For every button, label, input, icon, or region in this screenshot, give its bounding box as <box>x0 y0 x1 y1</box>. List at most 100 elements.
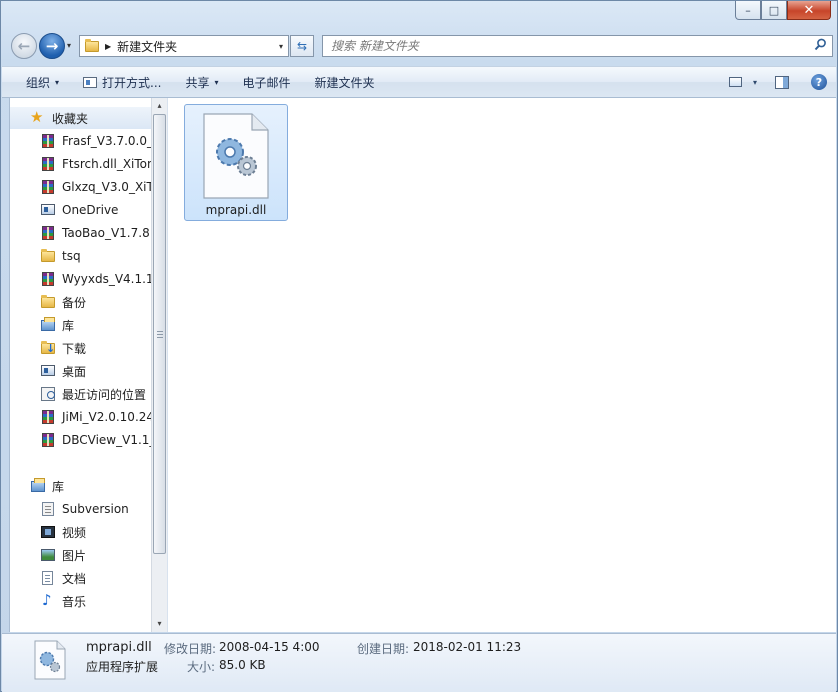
videos-icon <box>40 524 56 540</box>
folder-icon <box>84 38 100 54</box>
sidebar-item-favorite[interactable]: Frasf_V3.7.0.0_X <box>10 130 151 152</box>
file-name-label: mprapi.dll <box>205 203 267 217</box>
desktop-icon <box>40 363 56 379</box>
search-icon[interactable] <box>814 38 832 55</box>
maximize-button[interactable]: □ <box>761 1 787 20</box>
nav-item-label: 音乐 <box>62 594 87 609</box>
change-view-button[interactable] <box>722 77 748 87</box>
nav-item-label: Wyyxds_V4.1.1. <box>62 272 151 286</box>
sidebar-item-favorite[interactable]: DBCView_V1.1_ <box>10 429 151 451</box>
sidebar-item-favorite[interactable]: ↓ 下载 <box>10 337 151 359</box>
help-button[interactable]: ? <box>802 74 836 90</box>
new-folder-label: 新建文件夹 <box>314 75 375 90</box>
chevron-down-icon: ▾ <box>55 77 60 87</box>
breadcrumb-current-folder[interactable]: 新建文件夹 <box>117 38 274 55</box>
back-button[interactable]: ← <box>11 33 37 59</box>
navigation-bar: ← → ▾ ▶ 新建文件夹 ▾ ⇆ <box>9 31 833 63</box>
view-options-dropdown[interactable]: ▾ <box>748 78 762 87</box>
created-date-label: 创建日期: <box>357 642 410 656</box>
open-with-button[interactable]: 打开方式... <box>71 67 173 97</box>
forward-button[interactable]: → <box>39 33 65 59</box>
open-with-label: 打开方式... <box>102 75 162 90</box>
library-icon <box>30 478 46 494</box>
history-dropdown-button[interactable]: ▾ <box>67 41 71 50</box>
nav-item-label: 下载 <box>62 341 87 356</box>
sidebar-item-favorite[interactable]: JiMi_V2.0.10.24_ <box>10 406 151 428</box>
scroll-down-button[interactable]: ▾ <box>152 616 167 632</box>
sidebar-item-favorite[interactable]: OneDrive <box>10 199 151 221</box>
sidebar-item-favorite[interactable]: Glxzq_V3.0_XiTo <box>10 176 151 198</box>
preview-pane-icon <box>775 75 789 89</box>
recent-places-icon <box>40 386 56 402</box>
refresh-button[interactable]: ⇆ <box>290 35 314 57</box>
sidebar-item-favorite[interactable]: Ftsrch.dll_XiTon <box>10 153 151 175</box>
search-input[interactable] <box>323 38 814 54</box>
organize-label: 组织 <box>26 75 51 90</box>
nav-item-label: Glxzq_V3.0_XiTo <box>62 180 151 194</box>
sidebar-item-favorite[interactable]: 库 <box>10 314 151 336</box>
nav-item-label: tsq <box>62 249 81 263</box>
command-bar: 组织 ▾ 打开方式... 共享 ▾ 电子邮件 新建文件夹 ▾ ? <box>2 66 836 98</box>
explorer-window: – □ ✕ ← → ▾ ▶ 新建文件夹 ▾ ⇆ 组织 ▾ 打开方式... <box>0 0 838 692</box>
view-icon <box>728 77 742 87</box>
command-bar-right: ▾ ? <box>722 67 836 97</box>
sidebar-item-favorite[interactable]: tsq <box>10 245 151 267</box>
details-file-type: 应用程序扩展 <box>86 660 159 674</box>
sidebar-item-library[interactable]: 视频 <box>10 521 151 543</box>
onedrive-icon <box>40 202 56 218</box>
share-menu[interactable]: 共享 ▾ <box>173 67 230 97</box>
nav-item-label: Subversion <box>62 502 129 516</box>
breadcrumb-separator[interactable]: ▶ <box>105 42 111 51</box>
file-list-view[interactable]: mprapi.dll <box>167 98 836 632</box>
minimize-button[interactable]: – <box>735 1 761 20</box>
winrar-icon <box>40 432 56 448</box>
library-icon <box>40 317 56 333</box>
nav-item-label: 最近访问的位置 <box>62 387 147 402</box>
sidebar-item-library[interactable]: 图片 <box>10 544 151 566</box>
sidebar-item-favorite[interactable]: 备份 <box>10 291 151 313</box>
address-bar[interactable]: ▶ 新建文件夹 ▾ <box>79 35 289 57</box>
nav-item-label: 桌面 <box>62 364 87 379</box>
subversion-icon <box>40 501 56 517</box>
search-box[interactable] <box>322 35 833 57</box>
scroll-up-button[interactable]: ▴ <box>152 98 167 114</box>
sidebar-item-favorite[interactable]: 桌面 <box>10 360 151 382</box>
folder-icon <box>40 294 56 310</box>
sidebar-item-favorite[interactable]: TaoBao_V1.7.8. <box>10 222 151 244</box>
sidebar-item-favorite[interactable]: Wyyxds_V4.1.1. <box>10 268 151 290</box>
nav-item-label: 视频 <box>62 525 87 540</box>
downloads-icon: ↓ <box>40 340 56 356</box>
help-icon: ? <box>811 74 827 90</box>
close-button[interactable]: ✕ <box>787 1 831 20</box>
email-button[interactable]: 电子邮件 <box>231 67 303 97</box>
nav-item-label: 库 <box>62 318 75 333</box>
dll-file-icon <box>33 639 67 684</box>
documents-icon <box>40 570 56 586</box>
nav-item-label: 图片 <box>62 548 87 563</box>
navigation-tree: ★ 收藏夹 Frasf_V3.7.0.0_X Ftsrch.dll_XiTon Glxz… <box>10 98 151 632</box>
nav-item-label: Ftsrch.dll_XiTon <box>62 157 151 171</box>
sidebar-item-favorite[interactable]: 最近访问的位置 <box>10 383 151 405</box>
nav-item-label: Frasf_V3.7.0.0_X <box>62 134 151 148</box>
nav-item-label: JiMi_V2.0.10.24_ <box>62 410 151 424</box>
new-folder-button[interactable]: 新建文件夹 <box>303 67 387 97</box>
sidebar-header-favorites[interactable]: ★ 收藏夹 <box>10 107 151 129</box>
nav-item-label: OneDrive <box>62 203 119 217</box>
sidebar-item-library[interactable]: ♪ 音乐 <box>10 590 151 612</box>
sidebar-header-libraries[interactable]: 库 <box>10 475 151 497</box>
navigation-scrollbar[interactable]: ▴ ▾ <box>151 98 167 632</box>
preview-pane-button[interactable] <box>762 75 802 89</box>
share-label: 共享 <box>185 75 210 90</box>
size-label: 大小: <box>187 660 216 674</box>
scroll-thumb[interactable] <box>153 114 166 554</box>
address-dropdown-button[interactable]: ▾ <box>274 42 288 51</box>
modified-date-label: 修改日期: <box>164 642 217 656</box>
details-file-name: mprapi.dll <box>86 640 152 655</box>
organize-menu[interactable]: 组织 ▾ <box>2 67 71 97</box>
grip-icon <box>157 331 163 338</box>
sidebar-item-library[interactable]: Subversion <box>10 498 151 520</box>
sidebar-item-library[interactable]: 文档 <box>10 567 151 589</box>
email-label: 电子邮件 <box>242 75 291 90</box>
file-item-mprapi-dll[interactable]: mprapi.dll <box>184 104 288 221</box>
caption-buttons: – □ ✕ <box>735 1 831 20</box>
